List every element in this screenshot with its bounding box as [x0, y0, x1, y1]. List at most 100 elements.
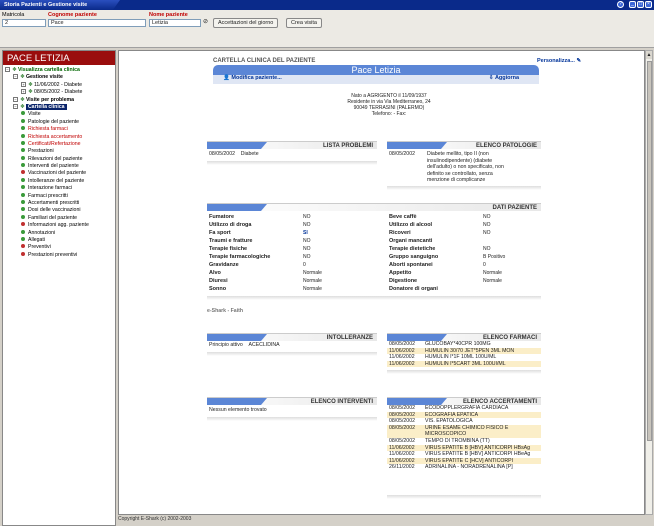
bullet-icon	[21, 229, 25, 234]
patient-data-row: Utilizzo di alcool NO	[387, 221, 541, 229]
sidebar-item-label: Gestione visite	[25, 74, 63, 81]
expand-icon[interactable]: −	[13, 96, 18, 102]
bullet-icon	[21, 214, 25, 219]
folder-icon: ❖	[28, 81, 33, 88]
patient-search-toolbar: Matricola 2 Cognome paziente Pace Nome p…	[0, 10, 654, 48]
data-key: Terapie farmacologiche	[209, 254, 271, 260]
sidebar-item-label: 08/05/2002 - Diabete	[33, 89, 83, 96]
sidebar-item[interactable]: Intolleranze del paziente	[3, 177, 115, 185]
modifica-paziente-link[interactable]: 👤 Modifica paziente...	[223, 75, 282, 81]
bullet-icon	[21, 185, 25, 190]
data-key: Utilizzo di droga	[209, 222, 252, 228]
nome-label: Nome paziente	[149, 12, 188, 18]
bullet-icon	[21, 126, 25, 131]
list-item-text: HUMULIN I*1F 10ML 100U/ML	[425, 354, 497, 361]
sidebar-item[interactable]: Richiesta accertamento	[3, 133, 115, 141]
sidebar-item[interactable]: Allegati	[3, 236, 115, 244]
data-value: Normale	[483, 270, 502, 276]
matricola-label: Matricola	[2, 12, 25, 18]
sidebar-item-label: Annotazioni	[28, 229, 56, 236]
sidebar-item[interactable]: Patologie del paziente	[3, 118, 115, 126]
pathology-text: Diabete mellito, tipo II (non insulinodi…	[427, 151, 504, 184]
close-icon[interactable]: ×	[645, 1, 652, 8]
sidebar-item[interactable]: Prestazioni	[3, 148, 115, 155]
drug-list: 08/05/2002 GLUCOBAY*40CPR 100MG 11/06/2002…	[387, 341, 541, 368]
patient-data-row: Fa sport SI	[207, 229, 367, 237]
patient-data-row: Beve caffè NO	[387, 213, 541, 221]
list-item: 11/06/2002 HUMULIN I*1F 10ML 100U/ML	[387, 354, 541, 361]
list-item-date: 11/06/2002	[389, 347, 415, 354]
vertical-scrollbar[interactable]: ▲	[645, 50, 653, 515]
patient-data-row: Gravidanze 0	[207, 261, 367, 269]
scroll-thumb[interactable]	[647, 61, 652, 441]
sidebar-item[interactable]: Interventi del paziente	[3, 163, 115, 170]
help-icon[interactable]: ?	[617, 1, 624, 8]
sidebar-item[interactable]: + ❖11/06/2002 - Diabete	[3, 81, 115, 89]
expand-icon[interactable]: +	[21, 81, 26, 87]
sidebar-item[interactable]: Annotazioni	[3, 229, 115, 237]
list-item-date: 08/05/2002	[389, 437, 415, 444]
elenco-patologie-header: ELENCO PATOLOGIE	[387, 141, 541, 149]
search-icon[interactable]: ⊘	[203, 18, 208, 25]
maximize-icon[interactable]: □	[637, 1, 644, 8]
sidebar-item[interactable]: Interazione farmaci	[3, 185, 115, 192]
data-value: NO	[483, 222, 491, 228]
data-value: NO	[483, 246, 491, 252]
sidebar-item[interactable]: Vaccinazioni del paziente	[3, 170, 115, 177]
sidebar-item[interactable]: Farmaci prescritti	[3, 192, 115, 200]
list-item-date: 08/05/2002	[389, 341, 415, 347]
sidebar-item[interactable]: − ❖ Cartella clinica	[3, 103, 115, 111]
matricola-field[interactable]: 2	[2, 19, 46, 27]
sidebar-item[interactable]: − ❖Visite per problema	[3, 96, 115, 104]
folder-icon: ❖	[20, 74, 25, 81]
customize-icon: ✎	[576, 58, 582, 64]
scroll-up-icon[interactable]: ▲	[646, 51, 652, 59]
sidebar-item[interactable]: Accertamenti prescritti	[3, 200, 115, 207]
navigation-tree: − ❖Visualizza cartella clinica − ❖Gestione …	[3, 65, 115, 261]
expand-icon[interactable]: −	[13, 74, 18, 80]
cognome-label: Cognome paziente	[48, 12, 97, 18]
sidebar-item[interactable]: Prestazioni preventivi	[3, 251, 115, 259]
aggiorna-link[interactable]: ⇩ Aggiorna	[489, 75, 519, 81]
bullet-icon	[21, 133, 25, 138]
patient-banner: Pace Letizia	[213, 65, 539, 75]
nome-field[interactable]: Letizia	[149, 19, 201, 27]
exam-list: 08/05/2002 ECODOPPLERGRAFIA CARDIACA 08/05…	[387, 405, 541, 471]
elenco-accertamenti-header: ELENCO ACCERTAMENTI	[387, 397, 541, 405]
sidebar-item[interactable]: Rilevazioni del paziente	[3, 155, 115, 163]
data-value: NO	[303, 254, 311, 260]
data-key: Beve caffè	[389, 214, 417, 220]
sidebar-item[interactable]: − ❖Visualizza cartella clinica	[3, 67, 115, 74]
sidebar-item[interactable]: Familiari del paziente	[3, 214, 115, 222]
bullet-icon	[21, 236, 25, 241]
sidebar-item-label: Allegati	[28, 236, 46, 243]
expand-icon[interactable]: −	[13, 103, 18, 109]
expand-icon[interactable]: +	[21, 89, 26, 95]
accettazioni-button[interactable]: Accettazioni del giorno	[213, 18, 279, 28]
cognome-field[interactable]: Pace	[48, 19, 146, 27]
list-item: 08/05/2002 GLUCOBAY*40CPR 100MG	[387, 341, 541, 348]
list-item-text: VIRUS EPATITE B [HBV] ANTICORPI HBsAg	[425, 444, 531, 451]
sidebar-item[interactable]: Richiesta farmaci	[3, 126, 115, 133]
data-value: Normale	[303, 278, 322, 284]
sidebar-item-label: Richiesta farmaci	[28, 126, 68, 133]
sidebar-item[interactable]: Certificati/Refertazione	[3, 140, 115, 148]
list-item-text: URINE ESAME CHIMICO FISICO E MICROSCOPIC…	[425, 424, 509, 438]
sidebar-item[interactable]: + ❖08/05/2002 - Diabete	[3, 89, 115, 96]
expand-icon[interactable]: −	[5, 67, 10, 72]
list-item-date: 11/06/2002	[389, 451, 415, 458]
sidebar-item[interactable]: Visite	[3, 111, 115, 118]
no-interventions-text: Nessun elemento trovato	[209, 407, 267, 413]
data-key: Gruppo sanguigno	[389, 254, 439, 260]
sidebar-item[interactable]: − ❖Gestione visite	[3, 74, 115, 81]
data-value: NO	[483, 230, 491, 236]
sidebar-item[interactable]: Informazioni agg. paziente	[3, 222, 115, 229]
sidebar-item[interactable]: Preventivi	[3, 244, 115, 251]
crea-visita-button[interactable]: Crea visita	[286, 18, 322, 28]
lista-problemi-header: LISTA PROBLEMI	[207, 141, 377, 149]
minimize-icon[interactable]: _	[629, 1, 636, 8]
personalizza-link[interactable]: Personalizza... ✎	[537, 58, 581, 64]
sidebar-item-label: Accertamenti prescritti	[28, 200, 80, 207]
sidebar-item[interactable]: Dosi delle vaccinazioni	[3, 207, 115, 214]
data-key: Gravidanze	[209, 262, 239, 268]
